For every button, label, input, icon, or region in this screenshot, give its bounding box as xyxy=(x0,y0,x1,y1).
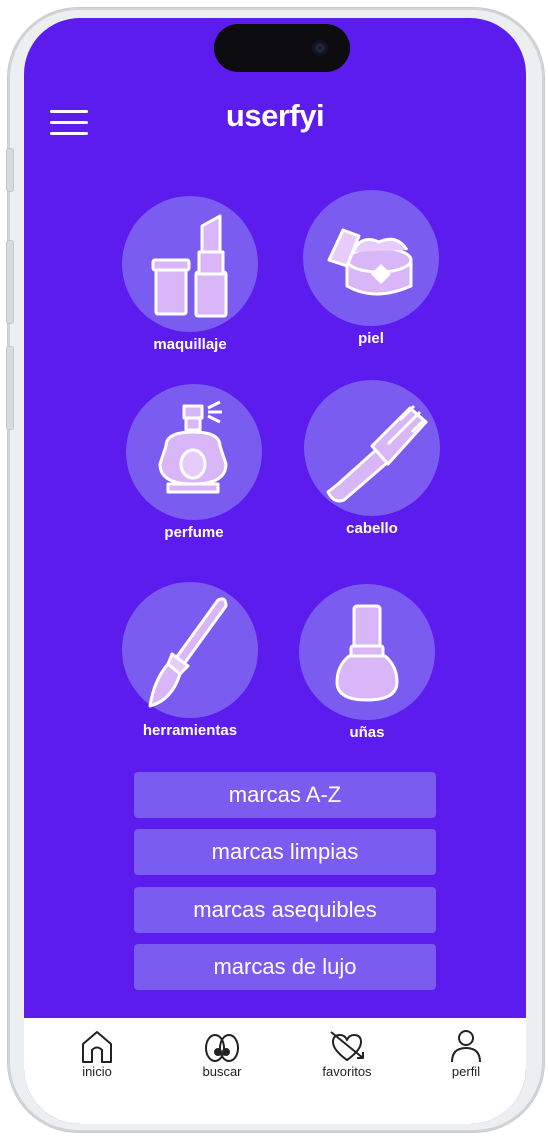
bottom-tab-bar: inicio buscar favoritos perfil xyxy=(24,1018,526,1124)
category-label: piel xyxy=(358,330,384,347)
brands-a-z-button[interactable]: marcas A-Z xyxy=(134,772,436,818)
dynamic-island xyxy=(214,24,350,72)
comb-icon xyxy=(326,404,428,503)
clean-brands-button[interactable]: marcas limpias xyxy=(134,829,436,875)
tab-label: buscar xyxy=(202,1064,242,1079)
makeup-brush-icon xyxy=(148,597,228,708)
tab-buscar[interactable]: buscar xyxy=(182,1028,262,1079)
category-herramientas[interactable]: herramientas xyxy=(110,582,270,739)
category-maquillaje[interactable]: maquillaje xyxy=(110,196,270,353)
eyes-icon xyxy=(205,1034,239,1062)
category-label: uñas xyxy=(349,724,385,741)
category-label: herramientas xyxy=(142,722,238,739)
heart-arrow-icon xyxy=(330,1031,364,1061)
category-label: maquillaje xyxy=(153,336,227,353)
tab-label: inicio xyxy=(82,1064,112,1079)
home-icon xyxy=(82,1031,112,1063)
user-icon xyxy=(451,1030,481,1063)
tab-inicio[interactable]: inicio xyxy=(57,1028,137,1079)
camera-icon xyxy=(312,40,328,56)
luxury-brands-button[interactable]: marcas de lujo xyxy=(134,944,436,990)
affordable-brands-button[interactable]: marcas asequibles xyxy=(134,887,436,933)
side-button xyxy=(6,240,14,324)
app-screen: userfyi maquillaje piel perfume cabello … xyxy=(24,18,526,1124)
category-label: cabello xyxy=(346,520,398,537)
app-logo: userfyi xyxy=(225,98,325,133)
category-unas[interactable]: uñas xyxy=(287,584,447,741)
category-piel[interactable]: piel xyxy=(291,190,451,347)
side-button xyxy=(6,346,14,430)
cream-jar-icon xyxy=(327,228,413,296)
perfume-icon xyxy=(158,400,228,494)
tab-favoritos[interactable]: favoritos xyxy=(307,1028,387,1079)
category-cabello[interactable]: cabello xyxy=(292,380,452,537)
tab-perfil[interactable]: perfil xyxy=(426,1028,506,1079)
category-perfume[interactable]: perfume xyxy=(114,384,274,541)
category-label: perfume xyxy=(164,524,224,541)
nail-polish-icon xyxy=(335,604,399,702)
tab-label: favoritos xyxy=(322,1064,372,1079)
tab-label: perfil xyxy=(451,1064,481,1079)
lipstick-icon xyxy=(151,214,228,318)
side-button xyxy=(6,148,14,192)
